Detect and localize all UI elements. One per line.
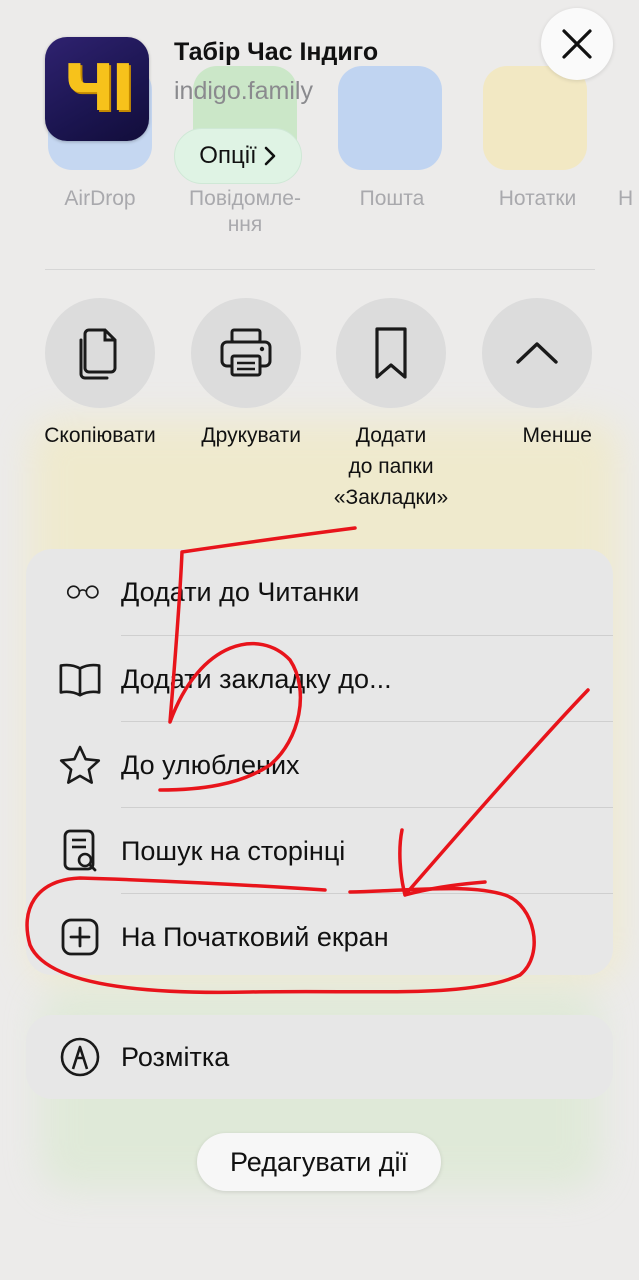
page-title: Табір Час Індиго — [174, 38, 379, 66]
bookmark-circle — [336, 298, 446, 408]
menu-item-label: На Початковий екран — [121, 921, 389, 952]
share-target-mail[interactable]: Пошта — [342, 186, 442, 212]
printer-icon — [220, 328, 272, 377]
menu-item-label: Пошук на сторінці — [121, 835, 346, 866]
add-square-icon — [58, 915, 102, 959]
action-add-bookmark-folder[interactable]: Додати до папки «Закладки» — [333, 298, 449, 513]
menu-item-add-to-reading-list[interactable]: Додати до Читанки — [26, 549, 613, 635]
find-page-icon — [58, 829, 102, 873]
share-target-messages[interactable]: Повідомле- ння — [175, 186, 315, 238]
action-print-label: Друкувати — [201, 424, 301, 447]
menu-item-label: Додати до Читанки — [121, 576, 360, 607]
app-icon: ЧІ — [45, 37, 149, 141]
divider — [45, 269, 595, 270]
options-label: Опції — [199, 142, 257, 169]
action-less[interactable]: Менше — [482, 298, 592, 451]
menu-item-add-to-home-screen[interactable]: На Початковий екран — [26, 894, 613, 980]
action-bookmark-label: Додати до папки «Закладки» — [333, 424, 449, 509]
markup-label: Розмітка — [121, 1041, 230, 1072]
menu-item-label: До улюблених — [121, 749, 300, 780]
share-target-notes[interactable]: Нотатки — [480, 186, 595, 212]
app-icon-text: ЧІ — [63, 52, 135, 126]
share-target-more[interactable]: Н — [618, 186, 639, 212]
actions-menu: Додати до Читанки Додати закладку до... … — [26, 549, 613, 975]
menu-item-add-bookmark[interactable]: Додати закладку до... — [26, 636, 613, 722]
less-circle — [482, 298, 592, 408]
action-copy-label: Скопіювати — [44, 424, 156, 447]
edit-actions-label: Редагувати дії — [229, 1146, 409, 1177]
action-copy[interactable]: Скопіювати — [44, 298, 156, 451]
glasses-icon — [58, 570, 102, 614]
share-target-airdrop[interactable]: AirDrop — [50, 186, 150, 212]
menu-item-label: Додати закладку до... — [121, 663, 392, 694]
menu-item-add-to-favorites[interactable]: До улюблених — [26, 722, 613, 808]
close-button[interactable] — [541, 8, 613, 80]
action-less-label: Менше — [522, 424, 592, 447]
copy-circle — [45, 298, 155, 408]
book-icon — [58, 657, 102, 701]
chevron-up-icon — [516, 342, 558, 364]
share-sheet: AirDrop Повідомле- ння Пошта Нотатки Н Ч… — [0, 0, 639, 1280]
print-circle — [191, 298, 301, 408]
menu-item-find-on-page[interactable]: Пошук на сторінці — [26, 808, 613, 894]
notes-tile — [483, 66, 587, 170]
mail-tile — [338, 66, 442, 170]
markup-row: Розмітка — [26, 1015, 613, 1099]
bookmark-icon — [375, 327, 407, 379]
copy-icon — [79, 328, 117, 380]
markup-pen-icon — [58, 1035, 102, 1079]
page-url: indigo.family — [174, 77, 313, 105]
options-button[interactable]: Опції — [174, 128, 302, 184]
close-icon — [562, 29, 592, 59]
menu-item-markup[interactable]: Розмітка — [26, 1015, 613, 1099]
star-icon — [58, 743, 102, 787]
chevron-right-icon — [264, 146, 276, 166]
edit-actions-button[interactable]: Редагувати дії — [197, 1133, 441, 1191]
action-print[interactable]: Друкувати — [191, 298, 301, 451]
